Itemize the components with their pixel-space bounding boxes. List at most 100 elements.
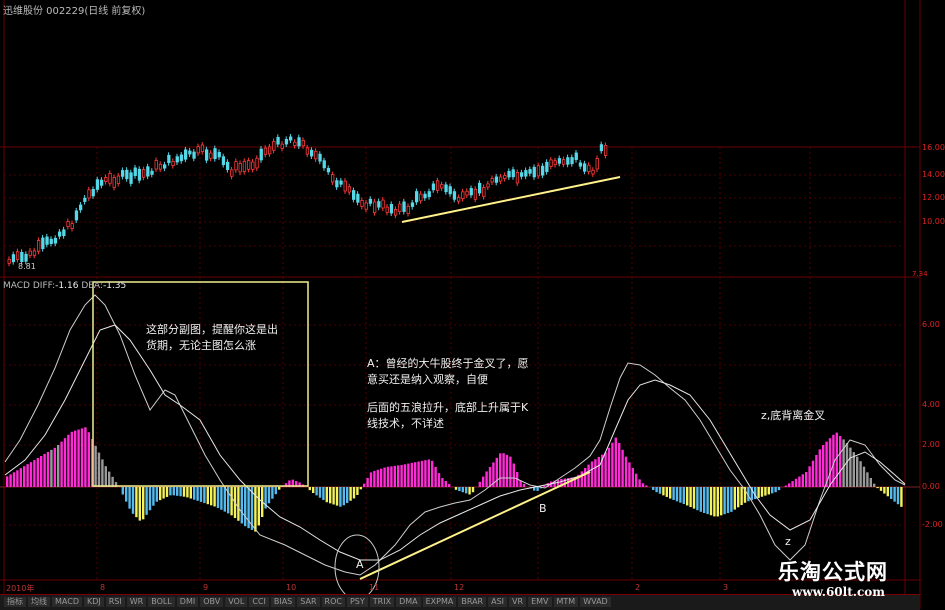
histogram-bar: [356, 487, 359, 495]
histogram-bar: [176, 487, 179, 496]
histogram-bar: [186, 487, 189, 498]
histogram-bar: [414, 462, 417, 487]
candle-body: [444, 184, 448, 193]
histogram-bar: [12, 472, 16, 487]
histogram-bar: [794, 478, 798, 487]
indicator-tab[interactable]: BRAR: [458, 597, 487, 607]
candle-body: [377, 201, 381, 208]
candle-body: [234, 161, 238, 171]
candle-body: [599, 144, 604, 152]
indicator-tab[interactable]: DMI: [176, 597, 199, 607]
candle-body: [347, 186, 352, 193]
indicator-tab[interactable]: TRIX: [369, 597, 395, 607]
histogram-bar: [597, 456, 600, 487]
indicator-tab[interactable]: VOL: [225, 597, 248, 607]
indicator-tab[interactable]: WVAD: [580, 597, 611, 607]
candle-body: [528, 169, 532, 174]
histogram-bar: [431, 460, 434, 487]
candle-body: [583, 163, 587, 172]
macd-tick: 6.00: [922, 320, 940, 329]
histogram-bar: [764, 487, 767, 496]
histogram-bar: [434, 466, 437, 487]
point-b-label: B: [539, 502, 547, 515]
histogram-bar: [339, 487, 342, 507]
candle-body: [536, 165, 541, 177]
histogram-bar: [808, 466, 811, 487]
indicator-tab[interactable]: VR: [509, 597, 527, 607]
histogram-bar: [862, 466, 866, 487]
histogram-bar: [148, 487, 152, 511]
indicator-tab[interactable]: CCI: [249, 597, 269, 607]
histogram-bar: [618, 443, 621, 487]
candle-body: [406, 205, 410, 214]
histogram-bar: [36, 458, 39, 487]
indicator-tab[interactable]: PSY: [346, 597, 368, 607]
indicator-tab[interactable]: OBV: [200, 597, 224, 607]
indicator-tab[interactable]: 指标: [4, 597, 26, 607]
candle-body: [213, 148, 217, 160]
date-label: 10: [286, 583, 297, 592]
indicator-tab[interactable]: WR: [126, 597, 147, 607]
indicator-tab[interactable]: RSI: [105, 597, 125, 607]
histogram-bar: [828, 438, 832, 487]
candle-body: [562, 159, 566, 165]
box-note-line: 货期，无论主图怎么涨: [146, 339, 256, 352]
histogram-bar: [849, 447, 852, 487]
histogram-bar: [614, 437, 617, 487]
histogram-bar: [50, 449, 53, 487]
indicator-header[interactable]: MACD DIFF:-1.16 DEA:-1.35: [3, 281, 126, 291]
indicator-tab[interactable]: MACD: [52, 597, 82, 607]
indicator-tab[interactable]: DMA: [396, 597, 421, 607]
indicator-name: MACD: [3, 281, 30, 291]
histogram-bar: [196, 487, 199, 501]
histogram-bar: [771, 487, 774, 494]
histogram-bar: [856, 456, 859, 487]
candle-body: [477, 182, 482, 194]
histogram-bar: [767, 487, 770, 495]
histogram-bar: [645, 485, 648, 487]
indicator-tab[interactable]: 均线: [28, 597, 50, 607]
histogram-bar: [400, 464, 403, 487]
indicator-tab[interactable]: ROC: [321, 597, 345, 607]
histogram-bar: [33, 460, 36, 487]
indicator-tab[interactable]: BIAS: [270, 597, 296, 607]
indicator-tab[interactable]: SAR: [297, 597, 320, 607]
histogram-bar: [213, 487, 216, 507]
candle-body: [37, 240, 41, 252]
histogram-bar: [80, 428, 84, 487]
histogram-bar: [349, 487, 352, 501]
candle-body: [200, 144, 205, 153]
histogram-bar: [845, 443, 849, 487]
chart-grid: [0, 0, 921, 609]
a-note: A：曾经的大牛股终于金叉了，愿 意买还是纳入观察，自便 后面的五浪拉升，底部上升…: [367, 356, 577, 432]
candle-body: [24, 253, 28, 262]
stock-chart-canvas[interactable]: [0, 0, 945, 609]
indicator-tab[interactable]: MTM: [553, 597, 579, 607]
candle-body: [435, 180, 440, 191]
candle-body: [351, 190, 356, 200]
histogram-bar: [505, 454, 509, 487]
histogram-bar: [835, 432, 838, 487]
histogram-bar: [635, 473, 638, 487]
histogram-bar: [369, 472, 373, 487]
indicator-tab[interactable]: EXPMA: [422, 597, 457, 607]
candle-body: [473, 188, 478, 200]
histogram-bar: [716, 487, 719, 517]
indicator-tab[interactable]: EMV: [528, 597, 552, 607]
candle-body: [515, 172, 520, 184]
histogram-bar: [335, 487, 339, 506]
histogram-bar: [774, 487, 777, 493]
histogram-bar: [332, 487, 335, 505]
histogram-bar: [29, 462, 33, 487]
indicator-tab[interactable]: KDJ: [83, 597, 104, 607]
indicator-tab[interactable]: BOLL: [148, 597, 175, 607]
histogram-bar: [652, 487, 655, 490]
histogram-bar: [145, 487, 148, 515]
candle-body: [70, 223, 74, 229]
histogram-bar: [512, 463, 515, 487]
histogram-bar: [624, 456, 628, 487]
indicator-tab[interactable]: ASI: [488, 597, 508, 607]
top-marker: 7.34: [912, 270, 928, 278]
histogram-bar: [883, 487, 886, 494]
candle-body: [121, 170, 125, 177]
